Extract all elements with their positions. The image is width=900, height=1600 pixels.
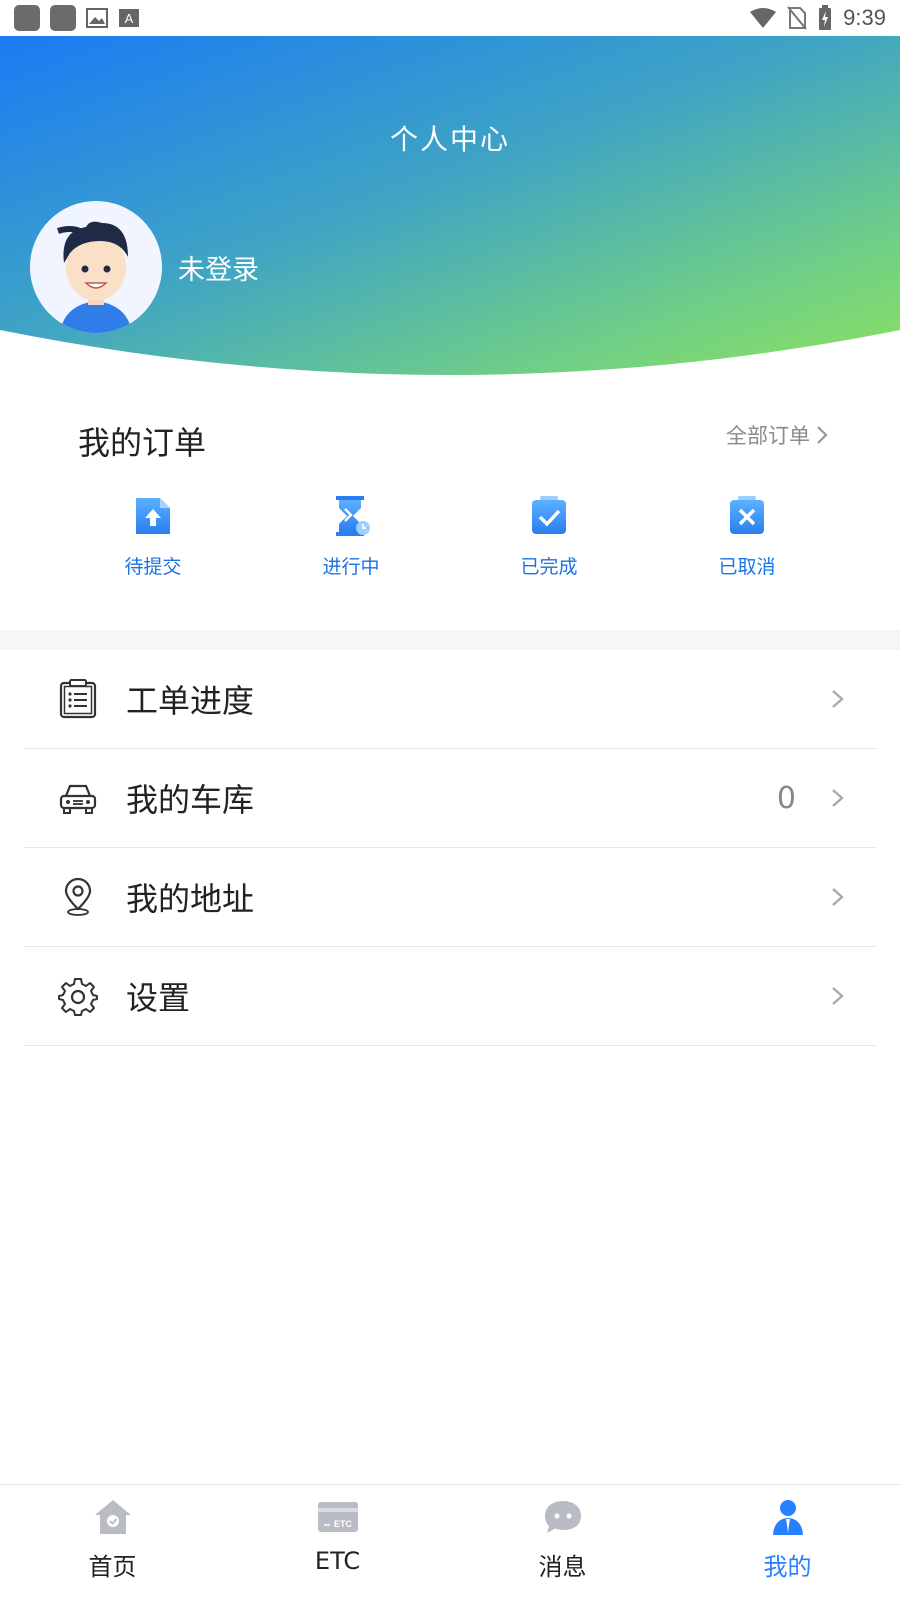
tab-label: 消息 bbox=[538, 1553, 587, 1581]
tab-label: 首页 bbox=[88, 1553, 137, 1581]
chevron-right-icon bbox=[832, 987, 844, 1005]
tab-messages[interactable]: 消息 bbox=[450, 1485, 675, 1600]
gear-icon bbox=[58, 978, 98, 1016]
menu-item-label: 设置 bbox=[126, 979, 191, 1017]
bottom-tab-bar: 首页 ETC ETC 消息 我的 bbox=[0, 1484, 900, 1600]
header-wave bbox=[0, 330, 900, 390]
etc-card-icon: ETC bbox=[317, 1502, 358, 1532]
tab-mine[interactable]: 我的 bbox=[675, 1485, 900, 1600]
order-status-completed[interactable]: 已完成 bbox=[451, 494, 647, 579]
chevron-right-icon bbox=[832, 789, 844, 807]
clock: 9:39 bbox=[843, 5, 886, 30]
order-status-row: 待提交 进行中 已完成 已取消 bbox=[55, 494, 845, 579]
order-status-label: 已完成 bbox=[520, 556, 578, 578]
battery-charging-icon bbox=[819, 5, 832, 30]
clipboard-list-icon bbox=[59, 679, 97, 719]
chevron-right-icon bbox=[832, 690, 844, 708]
notification-app-icon bbox=[50, 5, 76, 31]
menu-item-my-garage[interactable]: 我的车库 0 bbox=[24, 749, 876, 848]
order-status-label: 已取消 bbox=[718, 556, 776, 578]
menu-item-label: 我的地址 bbox=[126, 880, 255, 918]
order-status-cancelled[interactable]: 已取消 bbox=[649, 494, 845, 579]
upload-doc-icon bbox=[136, 498, 170, 534]
notification-app-icon bbox=[14, 5, 40, 31]
avatar-boy-icon bbox=[30, 201, 162, 333]
order-status-pending[interactable]: 待提交 bbox=[55, 494, 251, 579]
order-status-in-progress[interactable]: 进行中 bbox=[253, 494, 449, 579]
tab-etc[interactable]: ETC ETC bbox=[225, 1485, 450, 1600]
chevron-right-icon bbox=[817, 426, 828, 444]
image-notification-icon bbox=[86, 8, 108, 28]
svg-text:A: A bbox=[125, 11, 134, 26]
car-icon bbox=[59, 784, 97, 814]
section-divider bbox=[0, 630, 900, 650]
no-sim-icon bbox=[787, 6, 807, 30]
orders-title: 我的订单 bbox=[78, 424, 207, 462]
order-status-label: 待提交 bbox=[124, 556, 182, 578]
tab-label: 我的 bbox=[763, 1553, 812, 1581]
wifi-icon bbox=[750, 8, 777, 28]
page-title: 个人中心 bbox=[389, 123, 510, 156]
user-icon bbox=[772, 1500, 803, 1535]
check-doc-icon bbox=[532, 496, 566, 534]
all-orders-label: 全部订单 bbox=[726, 424, 810, 448]
profile-screen: A 9:39 个人中心 未登录 我的订单 全部订单 待提交 进行中 已完成 已取… bbox=[0, 0, 900, 1600]
all-orders-link[interactable]: 全部订单 bbox=[726, 420, 828, 450]
tab-label: ETC bbox=[314, 1547, 361, 1575]
chevron-right-icon bbox=[832, 888, 844, 906]
svg-text:ETC: ETC bbox=[334, 1519, 353, 1529]
login-status[interactable]: 未登录 bbox=[178, 248, 259, 287]
menu-list: 工单进度 我的车库 0 我的地址 设置 bbox=[24, 650, 876, 1046]
cancel-doc-icon bbox=[730, 496, 764, 534]
menu-item-work-order-progress[interactable]: 工单进度 bbox=[24, 650, 876, 749]
order-status-label: 进行中 bbox=[322, 556, 380, 578]
text-notification-icon: A bbox=[119, 9, 139, 27]
location-pin-icon bbox=[64, 877, 92, 916]
menu-item-my-address[interactable]: 我的地址 bbox=[24, 848, 876, 947]
garage-count: 0 bbox=[776, 780, 796, 816]
hourglass-icon bbox=[336, 496, 370, 536]
tab-home[interactable]: 首页 bbox=[0, 1485, 225, 1600]
status-bar: A 9:39 bbox=[0, 0, 900, 36]
menu-item-label: 我的车库 bbox=[126, 781, 255, 819]
chat-bubble-icon bbox=[544, 1501, 581, 1533]
avatar[interactable] bbox=[30, 201, 162, 333]
home-icon bbox=[94, 1500, 131, 1534]
menu-item-label: 工单进度 bbox=[126, 682, 255, 720]
menu-item-settings[interactable]: 设置 bbox=[24, 947, 876, 1046]
